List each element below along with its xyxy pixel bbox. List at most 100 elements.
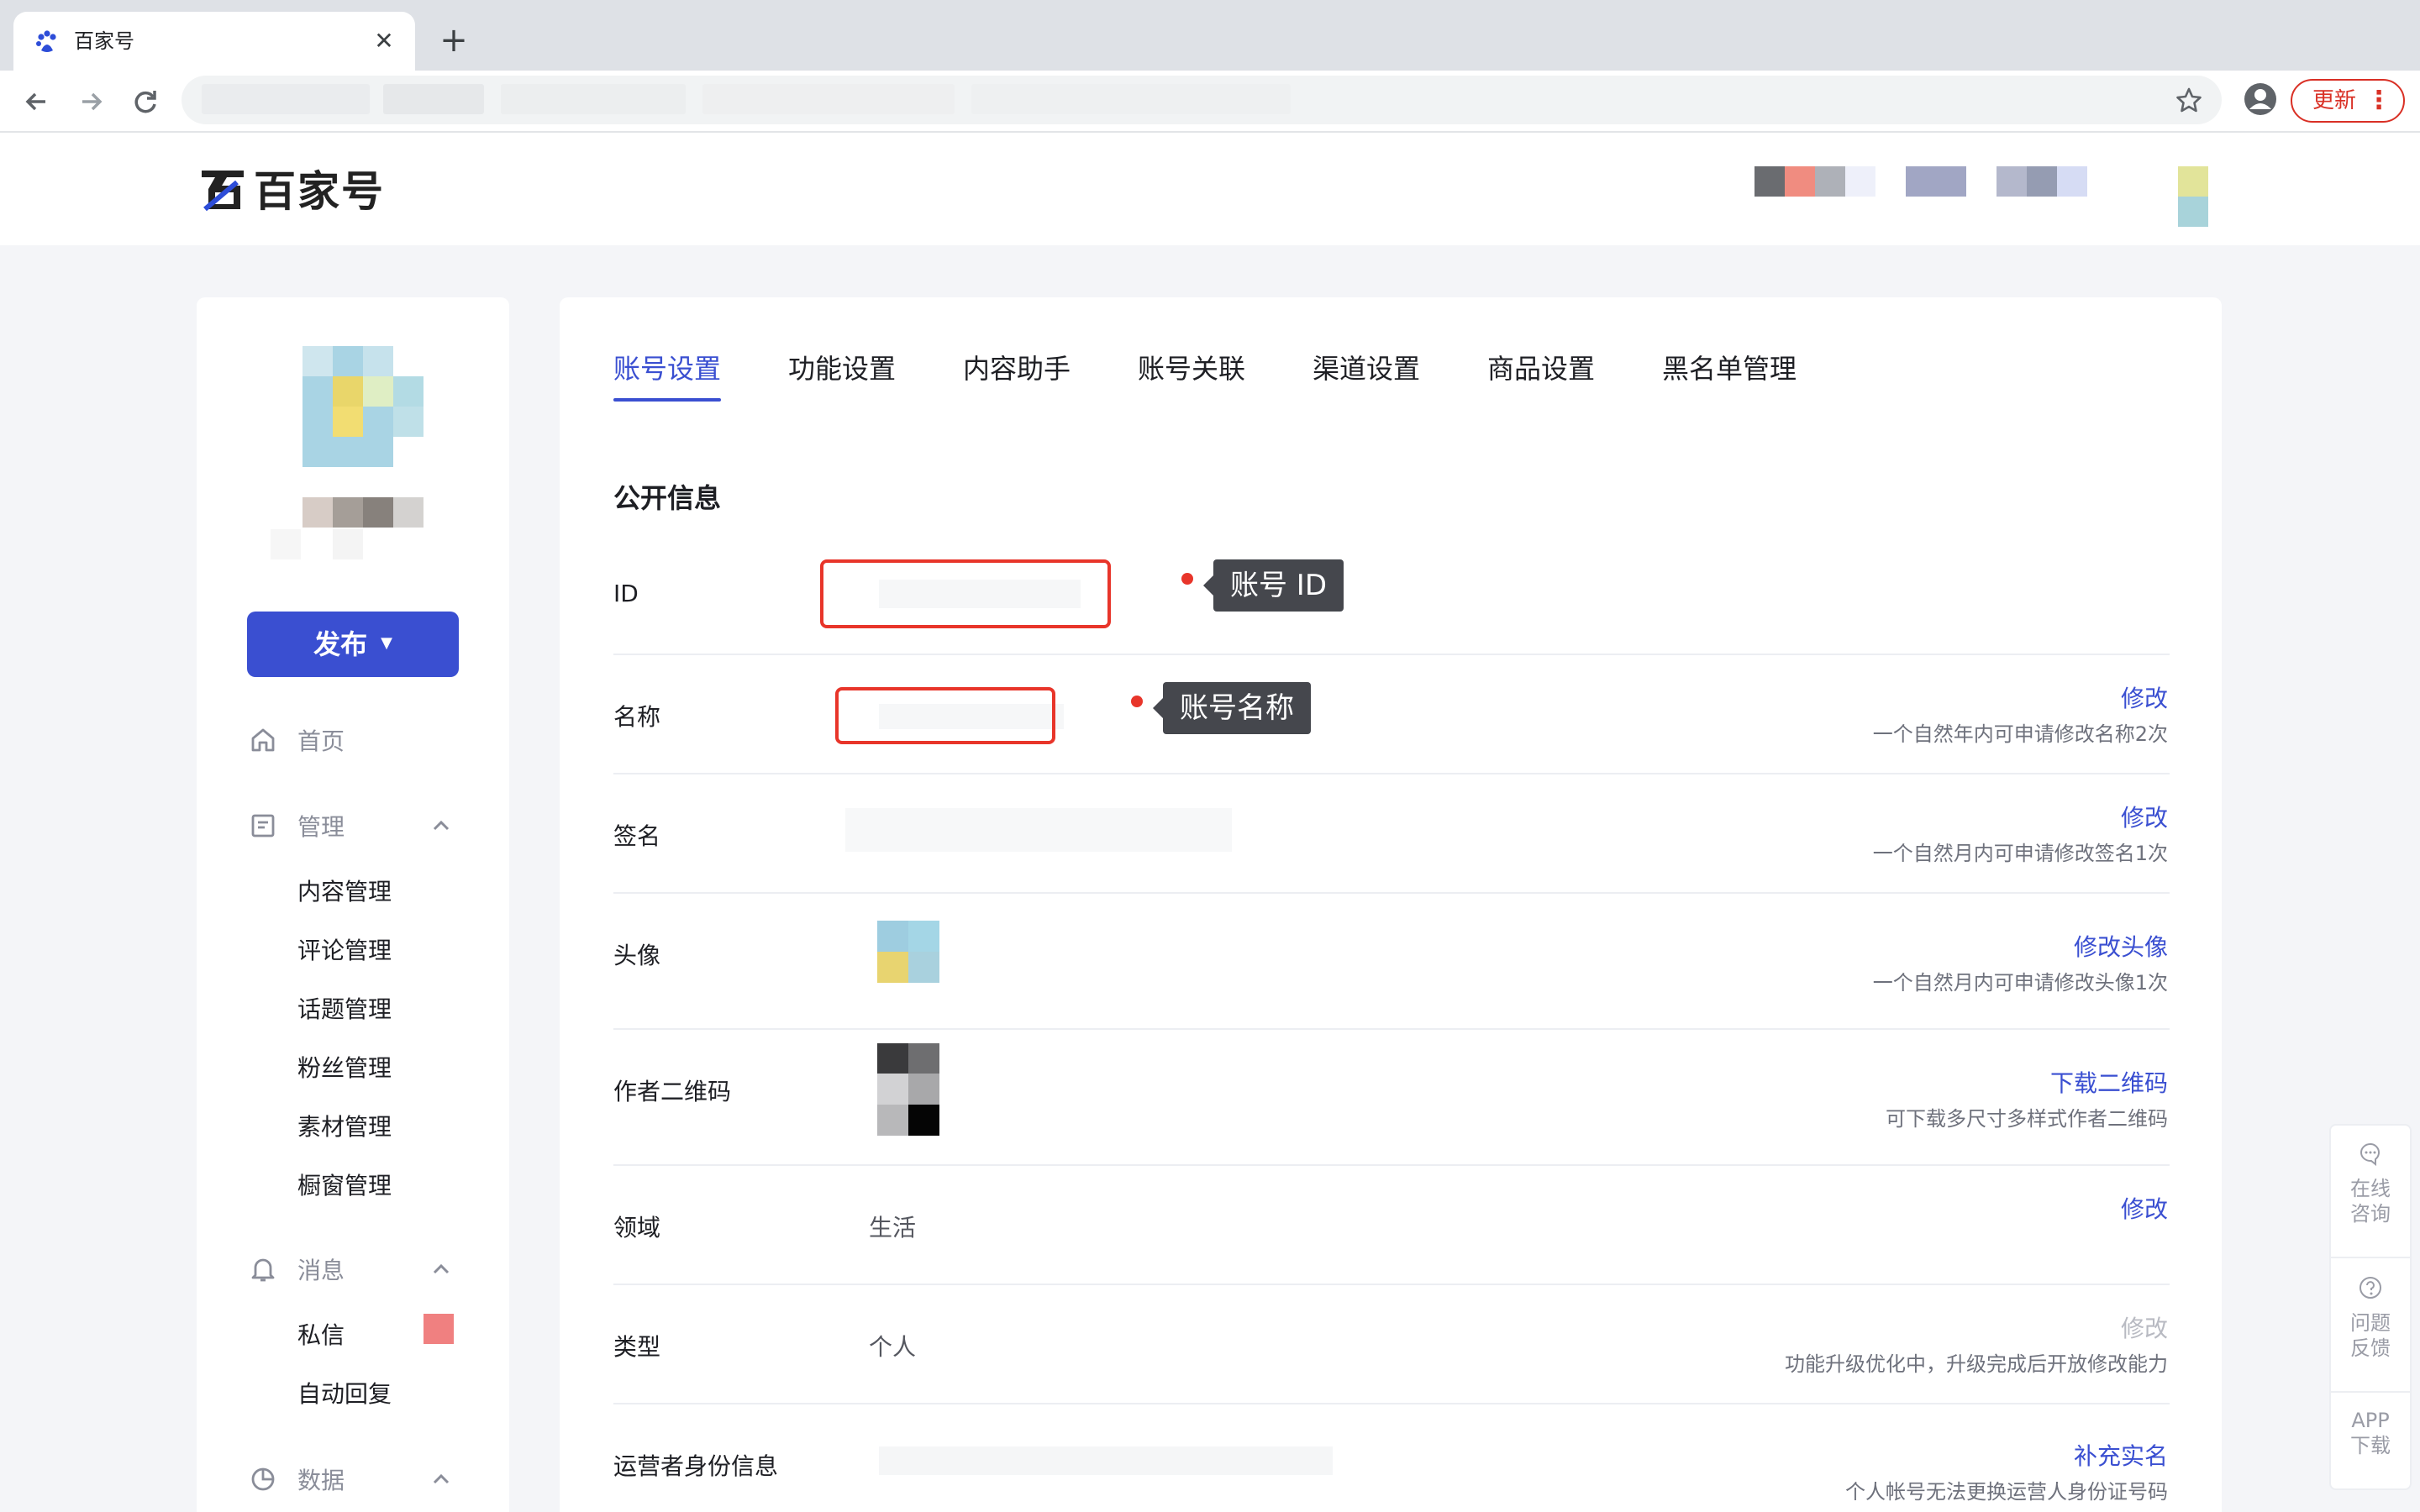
account-redacted — [2178, 197, 2208, 227]
site-header: 百家号 — [0, 133, 2420, 245]
sidebar-item-label: 管理 — [297, 813, 345, 841]
bell-icon — [251, 1258, 275, 1282]
floating-help-panel: 在线咨询 问题反馈 APP下载 — [2329, 1124, 2412, 1490]
sidebar-item-fans-manage[interactable]: 粉丝管理 — [297, 1052, 392, 1085]
row-divider — [613, 1164, 2170, 1166]
name-edit-hint: 一个自然年内可申请修改名称2次 — [1872, 722, 2168, 746]
tab-blacklist[interactable]: 黑名单管理 — [1662, 348, 1797, 390]
row-label-avatar: 头像 — [613, 942, 661, 969]
pie-chart-icon — [251, 1467, 275, 1491]
sidebar-item-manage[interactable]: 管理 — [249, 805, 345, 847]
sidebar-item-home[interactable]: 首页 — [249, 719, 345, 761]
update-button[interactable]: 更新 ⋮ — [2291, 79, 2405, 123]
profile-avatar-icon[interactable] — [2242, 81, 2279, 118]
edit-name-link[interactable]: 修改 — [2121, 680, 2168, 714]
tab-account-settings[interactable]: 账号设置 — [613, 348, 721, 390]
sidebar-item-data[interactable]: 数据 — [249, 1458, 345, 1500]
account-redacted — [2178, 166, 2208, 197]
edit-type-link: 修改 — [2120, 1315, 2168, 1342]
tab-title: 百家号 — [74, 29, 134, 53]
edit-signature-link[interactable]: 修改 — [2121, 800, 2168, 833]
tab-account-link[interactable]: 账号关联 — [1138, 348, 1245, 390]
sidebar-item-label: 首页 — [297, 727, 345, 755]
publish-label: 发布 — [313, 628, 368, 660]
home-icon — [251, 728, 275, 752]
row-label-operator: 运营者身份信息 — [613, 1452, 779, 1480]
sidebar-item-showcase-manage[interactable]: 橱窗管理 — [297, 1169, 392, 1203]
baijiahao-logo[interactable]: 百家号 — [198, 163, 385, 216]
logo-text: 百家号 — [254, 167, 385, 216]
unread-badge — [424, 1314, 454, 1344]
row-divider — [613, 654, 2170, 655]
row-label-name: 名称 — [613, 703, 661, 731]
left-sidebar: 发布 ▼ 首页 管理 内容管理 评论管理 话题管理 粉丝管理 素材管理 橱窗管理 … — [197, 297, 509, 1512]
sidebar-item-messages[interactable]: 消息 — [249, 1248, 345, 1290]
sidebar-item-comment-manage[interactable]: 评论管理 — [297, 934, 392, 968]
download-qrcode-link[interactable]: 下载二维码 — [2050, 1065, 2168, 1099]
edit-avatar-link[interactable]: 修改头像 — [2074, 929, 2168, 963]
reload-icon[interactable] — [126, 82, 165, 121]
account-redacted — [1754, 166, 1785, 197]
new-tab-icon[interactable]: + — [437, 24, 471, 57]
row-label-signature: 签名 — [613, 822, 661, 850]
float-divider — [2331, 1257, 2410, 1258]
row-divider — [613, 1284, 2170, 1285]
complete-realname-link[interactable]: 补充实名 — [2074, 1438, 2168, 1472]
tab-content-assistant[interactable]: 内容助手 — [963, 348, 1071, 390]
row-label-id: ID — [613, 580, 639, 607]
app-download-button[interactable]: APP下载 — [2331, 1408, 2410, 1458]
forward-arrow-icon[interactable] — [72, 82, 111, 121]
sidebar-item-label: 消息 — [297, 1257, 345, 1284]
sidebar-item-content-manage[interactable]: 内容管理 — [297, 875, 392, 909]
browser-toolbar: 更新 ⋮ — [0, 71, 2420, 133]
more-menu-icon[interactable]: ⋮ — [2366, 81, 2391, 121]
chevron-up-icon[interactable] — [429, 813, 454, 838]
active-tab-indicator — [613, 398, 721, 402]
back-arrow-icon[interactable] — [17, 82, 55, 121]
signature-edit-hint: 一个自然月内可申请修改签名1次 — [1872, 842, 2168, 865]
account-redacted — [1996, 166, 2027, 197]
row-divider — [613, 892, 2170, 894]
address-bar[interactable] — [182, 76, 2222, 124]
online-consult-label: 在线咨询 — [2350, 1177, 2391, 1226]
url-redacted — [501, 84, 686, 114]
float-divider — [2331, 1391, 2410, 1393]
signature-value-redacted — [845, 808, 1232, 852]
qrcode-hint: 可下载多尺寸多样式作者二维码 — [1886, 1107, 2168, 1131]
section-title: 公开信息 — [613, 482, 722, 514]
account-redacted — [2027, 166, 2057, 197]
chevron-up-icon[interactable] — [429, 1467, 454, 1492]
name-annotation-tooltip: 账号名称 — [1153, 682, 1311, 734]
logo-mark-icon — [202, 171, 244, 212]
chat-bubble-icon — [2360, 1142, 2380, 1166]
tab-feature-settings[interactable]: 功能设置 — [788, 348, 896, 390]
feedback-button[interactable]: 问题反馈 — [2331, 1275, 2410, 1361]
name-highlight-box — [835, 687, 1055, 744]
operator-hint: 个人帐号无法更换运营人身份证号码 — [1845, 1480, 2168, 1504]
chevron-up-icon[interactable] — [429, 1257, 454, 1282]
tab-channel-settings[interactable]: 渠道设置 — [1313, 348, 1420, 390]
browser-tab[interactable]: 百家号 ✕ — [13, 12, 415, 71]
user-avatar[interactable] — [302, 346, 424, 467]
url-redacted — [971, 84, 1291, 114]
online-consult-button[interactable]: 在线咨询 — [2331, 1141, 2410, 1226]
row-divider — [613, 773, 2170, 774]
edit-domain-link[interactable]: 修改 — [2121, 1191, 2168, 1225]
question-circle-icon — [2360, 1277, 2381, 1299]
document-icon — [251, 814, 275, 837]
url-redacted — [383, 84, 484, 114]
qrcode-thumbnail — [877, 1043, 939, 1136]
avatar-thumbnail — [877, 921, 939, 983]
sidebar-item-auto-reply[interactable]: 自动回复 — [297, 1378, 392, 1411]
sidebar-item-material-manage[interactable]: 素材管理 — [297, 1110, 392, 1144]
row-label-type: 类型 — [613, 1333, 661, 1361]
bookmark-star-icon[interactable] — [2175, 86, 2203, 114]
sidebar-item-label: 数据 — [297, 1467, 345, 1494]
feedback-label: 问题反馈 — [2350, 1311, 2391, 1360]
publish-button[interactable]: 发布 ▼ — [247, 612, 459, 677]
sidebar-item-topic-manage[interactable]: 话题管理 — [297, 993, 392, 1026]
tab-product-settings[interactable]: 商品设置 — [1487, 348, 1595, 390]
sidebar-item-private-message[interactable]: 私信 — [297, 1319, 345, 1352]
url-redacted — [702, 84, 955, 114]
close-icon[interactable]: ✕ — [370, 27, 398, 55]
